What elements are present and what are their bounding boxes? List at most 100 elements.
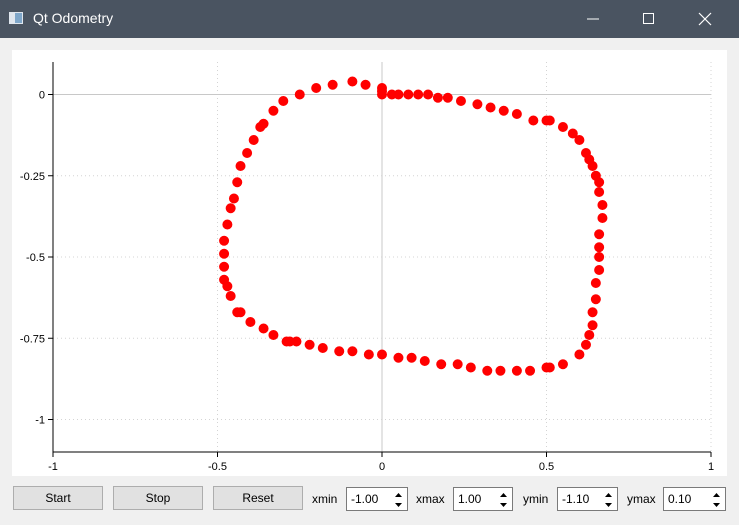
odometry-plot: -1 -0.5 0 0.5 1 0 -0.25 -0.5 -0.75 -1	[12, 50, 727, 476]
data-point	[590, 278, 601, 288]
xmax-spinbox[interactable]: 1.00	[453, 487, 513, 511]
data-point	[544, 115, 555, 126]
data-point	[587, 307, 598, 318]
data-point	[482, 365, 493, 376]
spin-down-icon[interactable]	[391, 499, 406, 509]
x-tick-label: -0.5	[208, 461, 227, 473]
app-window-icon	[9, 12, 23, 24]
y-tick-label: -1	[35, 415, 45, 427]
reset-button[interactable]: Reset	[213, 486, 303, 510]
data-point	[541, 362, 552, 373]
ymax-value[interactable]: 0.10	[668, 492, 691, 506]
spin-down-icon[interactable]	[709, 499, 724, 509]
spin-up-icon[interactable]	[709, 489, 724, 499]
maximize-button[interactable]	[626, 0, 672, 38]
data-point	[393, 352, 404, 363]
data-point	[594, 242, 605, 253]
minimize-button[interactable]	[570, 0, 616, 38]
data-point	[436, 359, 447, 370]
title-bar: Qt Odometry	[0, 0, 739, 38]
xmax-value[interactable]: 1.00	[458, 492, 481, 506]
data-point	[594, 187, 605, 197]
data-point	[594, 265, 605, 275]
data-point	[377, 349, 387, 360]
close-icon	[698, 12, 712, 26]
data-point	[228, 193, 239, 204]
data-point	[472, 99, 483, 110]
data-point	[594, 229, 605, 240]
data-point	[597, 213, 608, 223]
data-point	[317, 343, 328, 353]
data-point	[413, 89, 424, 100]
data-point	[587, 320, 598, 331]
data-point	[268, 105, 279, 116]
ymin-value[interactable]: -1.10	[562, 492, 589, 506]
spin-up-icon[interactable]	[601, 489, 616, 499]
x-tick-label: 0.5	[539, 461, 554, 473]
data-point	[245, 317, 256, 327]
data-point	[580, 339, 591, 350]
spin-up-icon[interactable]	[391, 489, 406, 499]
data-point	[232, 307, 243, 318]
data-point	[225, 203, 236, 214]
x-tick-label: 0	[379, 461, 385, 473]
data-point	[498, 105, 509, 116]
data-point	[432, 92, 443, 103]
ymax-spinbox[interactable]: 0.10	[663, 487, 726, 511]
data-point	[219, 235, 230, 246]
maximize-icon	[643, 13, 654, 24]
data-point	[334, 346, 345, 357]
xmin-label: xmin	[312, 492, 338, 506]
window-title: Qt Odometry	[33, 10, 114, 26]
stop-button[interactable]: Stop	[113, 486, 203, 510]
ymin-spinbox[interactable]: -1.10	[557, 487, 618, 511]
data-point	[258, 118, 269, 129]
y-tick-label: -0.25	[20, 171, 45, 183]
y-tick-label: -0.5	[26, 252, 45, 264]
data-point	[311, 83, 322, 93]
data-point	[219, 248, 230, 259]
data-point	[219, 261, 230, 272]
data-point	[465, 362, 476, 373]
data-point	[347, 346, 358, 357]
data-point	[406, 352, 417, 363]
data-point	[528, 115, 539, 126]
data-point	[403, 89, 414, 100]
start-button[interactable]: Start	[13, 486, 103, 510]
data-point	[242, 148, 253, 158]
data-point	[360, 79, 371, 90]
data-point	[327, 79, 338, 90]
data-point	[219, 274, 230, 285]
spin-down-icon[interactable]	[601, 499, 616, 509]
data-point	[525, 365, 536, 376]
spin-up-icon[interactable]	[496, 489, 511, 499]
x-tick-label: -1	[48, 461, 58, 473]
data-point	[281, 336, 292, 347]
data-point	[419, 356, 430, 366]
data-point	[590, 294, 601, 305]
data-point	[587, 161, 598, 171]
y-tick-label: -0.75	[20, 333, 45, 345]
x-tick-label: 1	[708, 461, 714, 473]
data-point	[393, 89, 404, 100]
data-point	[485, 102, 496, 113]
xmin-spinbox[interactable]: -1.00	[346, 487, 408, 511]
data-point	[423, 89, 434, 100]
close-button[interactable]	[682, 0, 728, 38]
data-point	[584, 330, 595, 340]
y-tick-label: 0	[39, 90, 45, 102]
data-point	[258, 323, 269, 334]
data-point	[574, 349, 585, 360]
scatter-chart: -1 -0.5 0 0.5 1 0 -0.25 -0.5 -0.75 -1	[20, 62, 714, 473]
spin-down-icon[interactable]	[496, 499, 511, 509]
xmin-value[interactable]: -1.00	[351, 492, 378, 506]
data-point	[594, 177, 605, 188]
data-point	[377, 86, 387, 97]
data-point	[597, 200, 608, 210]
data-point	[294, 89, 305, 100]
data-point	[235, 161, 246, 171]
data-point	[442, 92, 453, 103]
data-point	[455, 96, 466, 106]
minimize-icon	[587, 18, 599, 20]
data-point	[347, 76, 358, 87]
